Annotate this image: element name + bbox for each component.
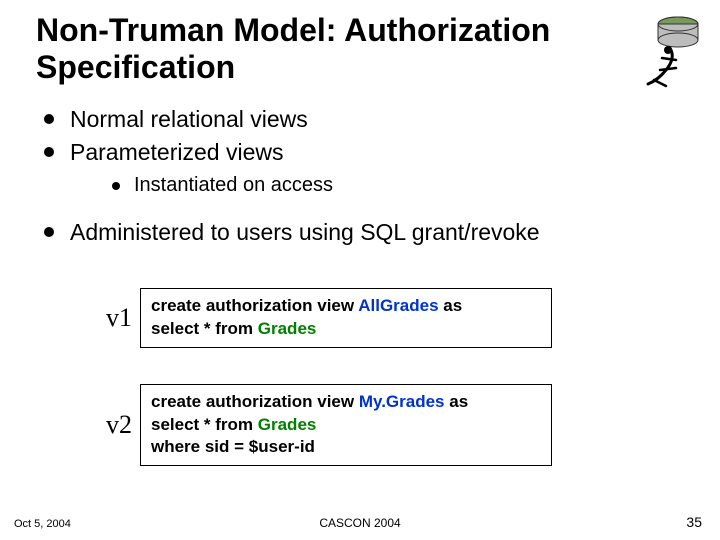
sql-text: select * from	[151, 319, 258, 338]
sql-line: select * from Grades	[151, 318, 541, 341]
sql-line: create authorization view AllGrades as	[151, 295, 541, 318]
footer-venue: CASCON 2004	[0, 516, 720, 530]
slide-title: Non-Truman Model: Authorization Specific…	[36, 12, 684, 86]
view-definition-1: v1 create authorization view AllGrades a…	[106, 288, 684, 348]
bullet-item: Normal relational views	[36, 104, 684, 135]
sql-text: as	[445, 392, 469, 411]
sql-relation: Grades	[258, 415, 317, 434]
sql-relation: Grades	[258, 319, 317, 338]
sql-text: select * from	[151, 415, 258, 434]
sql-box: create authorization view My.Grades as s…	[140, 384, 552, 467]
sql-text: create authorization view	[151, 392, 359, 411]
sql-line: select * from Grades	[151, 414, 541, 437]
bullet-text: Parameterized views	[70, 139, 283, 165]
sql-text: create authorization view	[151, 296, 358, 315]
bullet-list: Administered to users using SQL grant/re…	[36, 217, 684, 248]
slide: Non-Truman Model: Authorization Specific…	[0, 0, 720, 540]
sql-line: create authorization view My.Grades as	[151, 391, 541, 414]
sub-bullet-item: Instantiated on access	[70, 172, 684, 199]
footer-page-number: 35	[686, 514, 702, 530]
bullet-list: Normal relational views Parameterized vi…	[36, 104, 684, 199]
bullet-item: Parameterized views Instantiated on acce…	[36, 137, 684, 199]
bullet-item: Administered to users using SQL grant/re…	[36, 217, 684, 248]
sql-text: as	[439, 296, 463, 315]
sql-box: create authorization view AllGrades as s…	[140, 288, 552, 348]
view-label: v1	[106, 303, 132, 333]
sub-bullet-list: Instantiated on access	[70, 172, 684, 199]
view-definition-2: v2 create authorization view My.Grades a…	[106, 384, 684, 467]
view-label: v2	[106, 410, 132, 440]
sql-view-name: My.Grades	[359, 392, 445, 411]
sql-line: where sid = $user-id	[151, 436, 541, 459]
logo-graphic	[632, 12, 702, 102]
sql-view-name: AllGrades	[358, 296, 438, 315]
